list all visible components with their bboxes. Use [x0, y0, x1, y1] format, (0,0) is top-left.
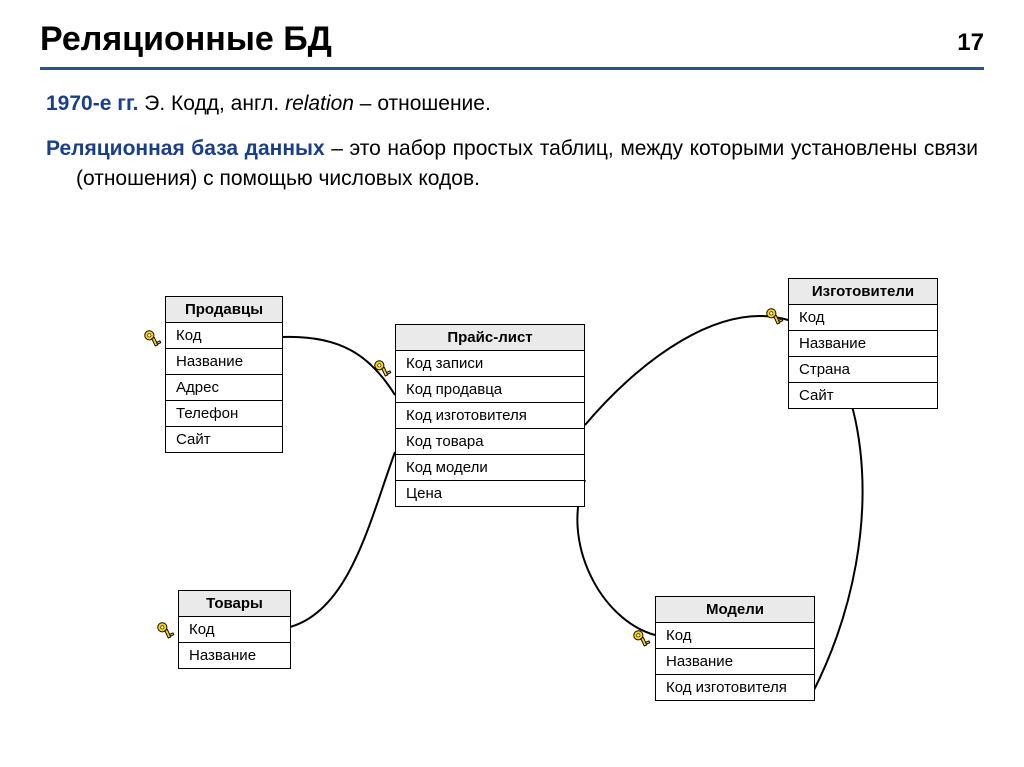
- entity-sellers: Продавцы Код Название Адрес Телефон Сайт: [165, 296, 283, 453]
- entity-pricelist-row: Цена: [396, 481, 584, 506]
- entity-makers-row: Страна: [789, 357, 937, 383]
- entity-goods: Товары Код Название: [178, 590, 291, 669]
- entity-makers-row: Сайт: [789, 383, 937, 408]
- entity-pricelist-row: Код записи: [396, 351, 584, 377]
- key-icon: [155, 620, 177, 642]
- entity-models-row: Код: [656, 623, 814, 649]
- key-icon: [372, 358, 394, 380]
- entity-makers-row: Код: [789, 305, 937, 331]
- entity-makers: Изготовители Код Название Страна Сайт: [788, 278, 938, 409]
- entity-pricelist: Прайс-лист Код записи Код продавца Код и…: [395, 324, 585, 507]
- entity-pricelist-row: Код товара: [396, 429, 584, 455]
- entity-sellers-row: Сайт: [166, 427, 282, 452]
- entity-goods-row: Код: [179, 617, 290, 643]
- key-icon: [631, 628, 653, 650]
- key-icon: [764, 306, 786, 328]
- entity-models-title: Модели: [656, 597, 814, 623]
- entity-pricelist-row: Код модели: [396, 455, 584, 481]
- entity-pricelist-title: Прайс-лист: [396, 325, 584, 351]
- entity-sellers-row: Код: [166, 323, 282, 349]
- entity-makers-title: Изготовители: [789, 279, 937, 305]
- entity-pricelist-row: Код продавца: [396, 377, 584, 403]
- entity-goods-row: Название: [179, 643, 290, 668]
- entity-sellers-row: Телефон: [166, 401, 282, 427]
- entity-goods-title: Товары: [179, 591, 290, 617]
- entity-makers-row: Название: [789, 331, 937, 357]
- entity-sellers-title: Продавцы: [166, 297, 282, 323]
- entity-pricelist-row: Код изготовителя: [396, 403, 584, 429]
- entity-sellers-row: Адрес: [166, 375, 282, 401]
- entity-sellers-row: Название: [166, 349, 282, 375]
- key-icon: [142, 328, 164, 350]
- entity-models: Модели Код Название Код изготовителя: [655, 596, 815, 701]
- entity-models-row: Код изготовителя: [656, 675, 814, 700]
- entity-models-row: Название: [656, 649, 814, 675]
